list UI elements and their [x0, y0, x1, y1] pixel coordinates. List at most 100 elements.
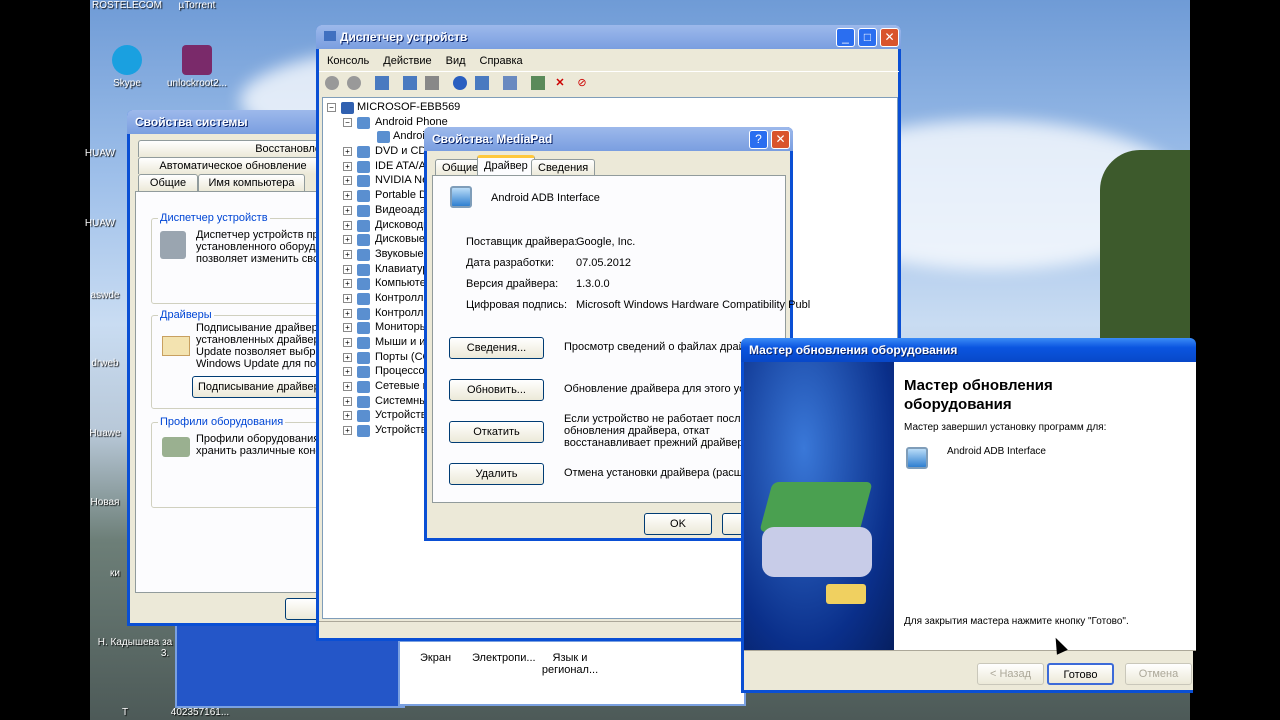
- up-icon[interactable]: [375, 76, 389, 90]
- uninstall-icon[interactable]: ✕: [553, 76, 567, 90]
- expand-icon[interactable]: +: [343, 235, 352, 245]
- driver-action-button[interactable]: Откатить: [449, 421, 544, 443]
- desktop-icon-drweb[interactable]: drweb: [75, 358, 135, 369]
- close-button[interactable]: ✕: [771, 130, 790, 149]
- finish-button[interactable]: Готово: [1047, 663, 1114, 685]
- properties-icon[interactable]: [403, 76, 417, 90]
- tab-computer-name[interactable]: Имя компьютера: [198, 174, 305, 191]
- group-label: Драйверы: [158, 309, 214, 321]
- tab-driver[interactable]: Драйвер: [477, 155, 535, 176]
- update-driver-icon[interactable]: [531, 76, 545, 90]
- view-icon[interactable]: [475, 76, 489, 90]
- tree-label: Дисковые: [375, 233, 426, 246]
- title-bar[interactable]: Мастер обновления оборудования: [741, 338, 1196, 362]
- tree-label: Android Phone: [375, 115, 448, 128]
- desktop-icon-rostelecom[interactable]: ROSTELECOM: [87, 0, 167, 11]
- expand-icon[interactable]: +: [343, 191, 352, 201]
- expand-icon[interactable]: +: [343, 323, 352, 333]
- driver-action-button[interactable]: Обновить...: [449, 379, 544, 401]
- expand-icon[interactable]: +: [343, 249, 352, 259]
- expand-icon[interactable]: +: [343, 411, 352, 421]
- desktop-icon-unlockroot[interactable]: unlockroot2...: [157, 45, 237, 89]
- expand-icon[interactable]: +: [343, 279, 352, 289]
- forward-icon[interactable]: [347, 76, 361, 90]
- tree-label: Контролле: [375, 306, 430, 319]
- computer-icon: [341, 102, 354, 114]
- icon-label: ки: [110, 568, 120, 579]
- desktop-icon-folder-kadysheva[interactable]: Н. Кадышева за 3.: [90, 637, 180, 659]
- tab-restore[interactable]: Восстановле: [138, 140, 328, 157]
- tree-root[interactable]: − MICROSOF-EBB569: [327, 101, 893, 116]
- cp-item-power[interactable]: Электропи...: [472, 652, 536, 664]
- ok-button[interactable]: OK: [644, 513, 712, 535]
- prop-value: Microsoft Windows Hardware Compatibility…: [576, 299, 811, 311]
- expand-icon[interactable]: +: [343, 396, 352, 406]
- help-icon[interactable]: [453, 76, 467, 90]
- tab-details[interactable]: Сведения: [531, 159, 596, 176]
- device-icon: [377, 131, 390, 144]
- desktop-icon-huawei1[interactable]: HUAW: [70, 148, 130, 159]
- desktop-icon-folder-new[interactable]: Новая: [75, 497, 135, 508]
- device-category-icon: [357, 395, 370, 408]
- expand-icon[interactable]: +: [343, 293, 352, 303]
- prop-label: Версия драйвера:: [466, 278, 559, 290]
- back-icon[interactable]: [325, 76, 339, 90]
- expand-icon[interactable]: +: [343, 161, 352, 171]
- disable-icon[interactable]: ⊘: [575, 76, 589, 90]
- icon-label: µTorrent: [178, 0, 216, 11]
- wizard-content: Мастер обновления оборудования Мастер за…: [894, 362, 1196, 650]
- desktop-icon-skype[interactable]: Skype: [87, 45, 167, 89]
- title-bar[interactable]: Свойства системы: [127, 110, 327, 134]
- maximize-button[interactable]: □: [858, 28, 877, 47]
- expand-icon[interactable]: +: [343, 382, 352, 392]
- driver-action-button[interactable]: Сведения...: [449, 337, 544, 359]
- tree-label: Звуковые,: [375, 247, 427, 260]
- cp-item-language[interactable]: Язык и регионал...: [540, 652, 600, 676]
- desktop-icon-huawei3[interactable]: Huawe: [75, 428, 135, 439]
- menu-action[interactable]: Действие: [383, 55, 431, 67]
- expand-icon[interactable]: +: [343, 338, 352, 347]
- expand-icon[interactable]: +: [343, 367, 352, 377]
- expand-icon[interactable]: +: [343, 264, 352, 274]
- print-icon[interactable]: [425, 76, 439, 90]
- desktop-icon-file[interactable]: 402357161...: [160, 707, 240, 718]
- expand-icon[interactable]: +: [343, 205, 352, 215]
- help-button[interactable]: ?: [749, 130, 768, 149]
- close-button[interactable]: ✕: [880, 28, 899, 47]
- cp-item-display[interactable]: Экран: [420, 652, 451, 664]
- collapse-icon[interactable]: −: [343, 117, 352, 127]
- expand-icon[interactable]: +: [343, 352, 352, 362]
- cancel-button[interactable]: Отмена: [1125, 663, 1192, 685]
- expand-icon[interactable]: +: [343, 308, 352, 318]
- desktop-icon-aswdel[interactable]: aswde: [75, 290, 135, 301]
- menu-console[interactable]: Консоль: [327, 55, 369, 67]
- prop-label: Цифровая подпись:: [466, 299, 568, 311]
- expand-icon[interactable]: +: [343, 220, 352, 230]
- driver-action-button[interactable]: Удалить: [449, 463, 544, 485]
- expand-icon[interactable]: +: [343, 426, 352, 436]
- icon-label: unlockroot2...: [166, 78, 228, 89]
- hardware-profile-icon: [162, 437, 190, 457]
- device-name: Android ADB Interface: [491, 192, 600, 204]
- tab-general[interactable]: Общие: [138, 174, 198, 191]
- expand-icon[interactable]: +: [343, 176, 352, 186]
- winrar-icon: [182, 45, 212, 75]
- device-category-icon: [357, 351, 370, 364]
- title-bar[interactable]: Диспетчер устройств: [316, 25, 901, 49]
- desktop-icon-utorrent[interactable]: µTorrent: [157, 0, 237, 11]
- back-button[interactable]: < Назад: [977, 663, 1044, 685]
- control-panel-window: Экран Электропи... Язык и регионал...: [398, 640, 746, 706]
- tab-auto-update[interactable]: Автоматическое обновление: [138, 157, 328, 174]
- minimize-button[interactable]: _: [836, 28, 855, 47]
- collapse-icon[interactable]: −: [327, 103, 336, 112]
- tree-label: Клавиатур: [375, 262, 429, 275]
- menu-help[interactable]: Справка: [480, 55, 523, 67]
- hardware-update-wizard: Мастер обновления оборудования Мастер об…: [741, 338, 1196, 693]
- desktop-icon-huawei2[interactable]: HUAW: [70, 218, 130, 229]
- scan-icon[interactable]: [503, 76, 517, 90]
- title-bar[interactable]: Свойства: MediaPad: [424, 127, 793, 151]
- menu-view[interactable]: Вид: [446, 55, 466, 67]
- device-category-icon: [357, 263, 370, 276]
- expand-icon[interactable]: +: [343, 147, 352, 157]
- desktop-icon-folder-t[interactable]: Т: [95, 707, 155, 718]
